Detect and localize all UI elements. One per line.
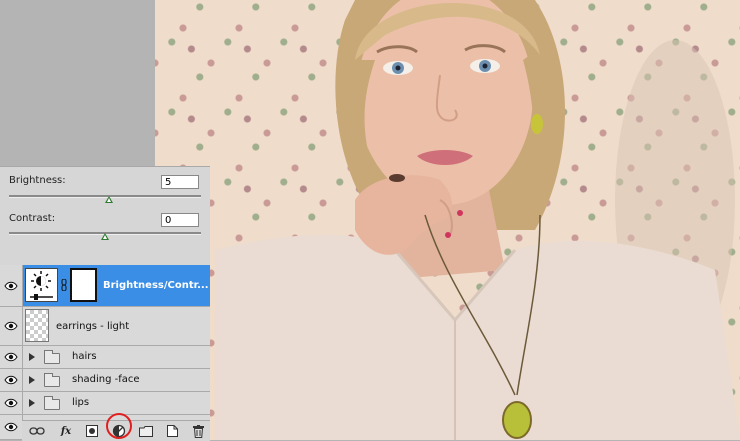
eye-icon [4,375,18,385]
layer-name: lips [72,397,90,408]
layer-name: earrings - light [56,321,130,332]
eye-icon [4,398,18,408]
layer-group-hairs[interactable]: hairs [0,346,210,369]
brightness-contrast-panel: Brightness: Contrast: [0,166,210,266]
link-layers-icon[interactable] [28,423,46,439]
expand-triangle-icon[interactable] [29,399,35,407]
layer-earrings-light[interactable]: earrings - light [0,307,210,346]
portrait-photo [215,0,740,440]
contrast-slider-thumb[interactable] [101,233,109,240]
new-group-icon[interactable] [138,423,154,439]
layer-name: Brightness/Contr... [103,280,209,291]
new-layer-icon[interactable] [164,423,180,439]
brightness-sun-icon [30,271,53,300]
folder-icon [44,350,60,364]
contrast-input[interactable] [161,213,199,227]
add-mask-icon[interactable] [84,423,100,439]
layer-style-icon[interactable]: fx [56,423,76,439]
eye-icon [4,422,18,432]
expand-triangle-icon[interactable] [29,376,35,384]
visibility-toggle[interactable] [0,369,23,391]
adjustment-thumbnail [25,268,58,302]
expand-triangle-icon[interactable] [29,353,35,361]
layer-group-lips[interactable]: lips [0,392,210,415]
brightness-slider-thumb[interactable] [104,196,113,203]
eye-icon [4,281,18,290]
layer-group-shading-face[interactable]: shading -face [0,369,210,392]
layer-name: hairs [72,351,97,362]
visibility-toggle[interactable] [0,265,23,306]
visibility-toggle[interactable] [0,392,23,414]
contrast-label: Contrast: [9,213,56,224]
layers-panel: Brightness/Contr... earrings - light hai… [0,265,210,440]
layer-name: shading -face [72,374,140,385]
document-canvas[interactable] [155,0,740,440]
eye-icon [4,352,18,362]
mask-link-icon[interactable] [61,279,67,291]
eye-icon [4,321,18,331]
brightness-label: Brightness: [9,175,66,186]
folder-icon [44,373,60,387]
layer-thumbnail [25,309,49,342]
brightness-input[interactable] [161,175,199,189]
layer-brightness-contrast[interactable]: Brightness/Contr... [0,265,210,307]
visibility-toggle[interactable] [0,346,23,368]
highlight-circle-annotation [106,413,132,439]
fx-label: fx [60,425,72,437]
visibility-toggle[interactable] [0,307,23,345]
folder-icon [44,396,60,410]
delete-layer-icon[interactable] [190,423,206,439]
layer-mask-thumbnail[interactable] [70,268,97,302]
visibility-toggle[interactable] [0,415,23,439]
